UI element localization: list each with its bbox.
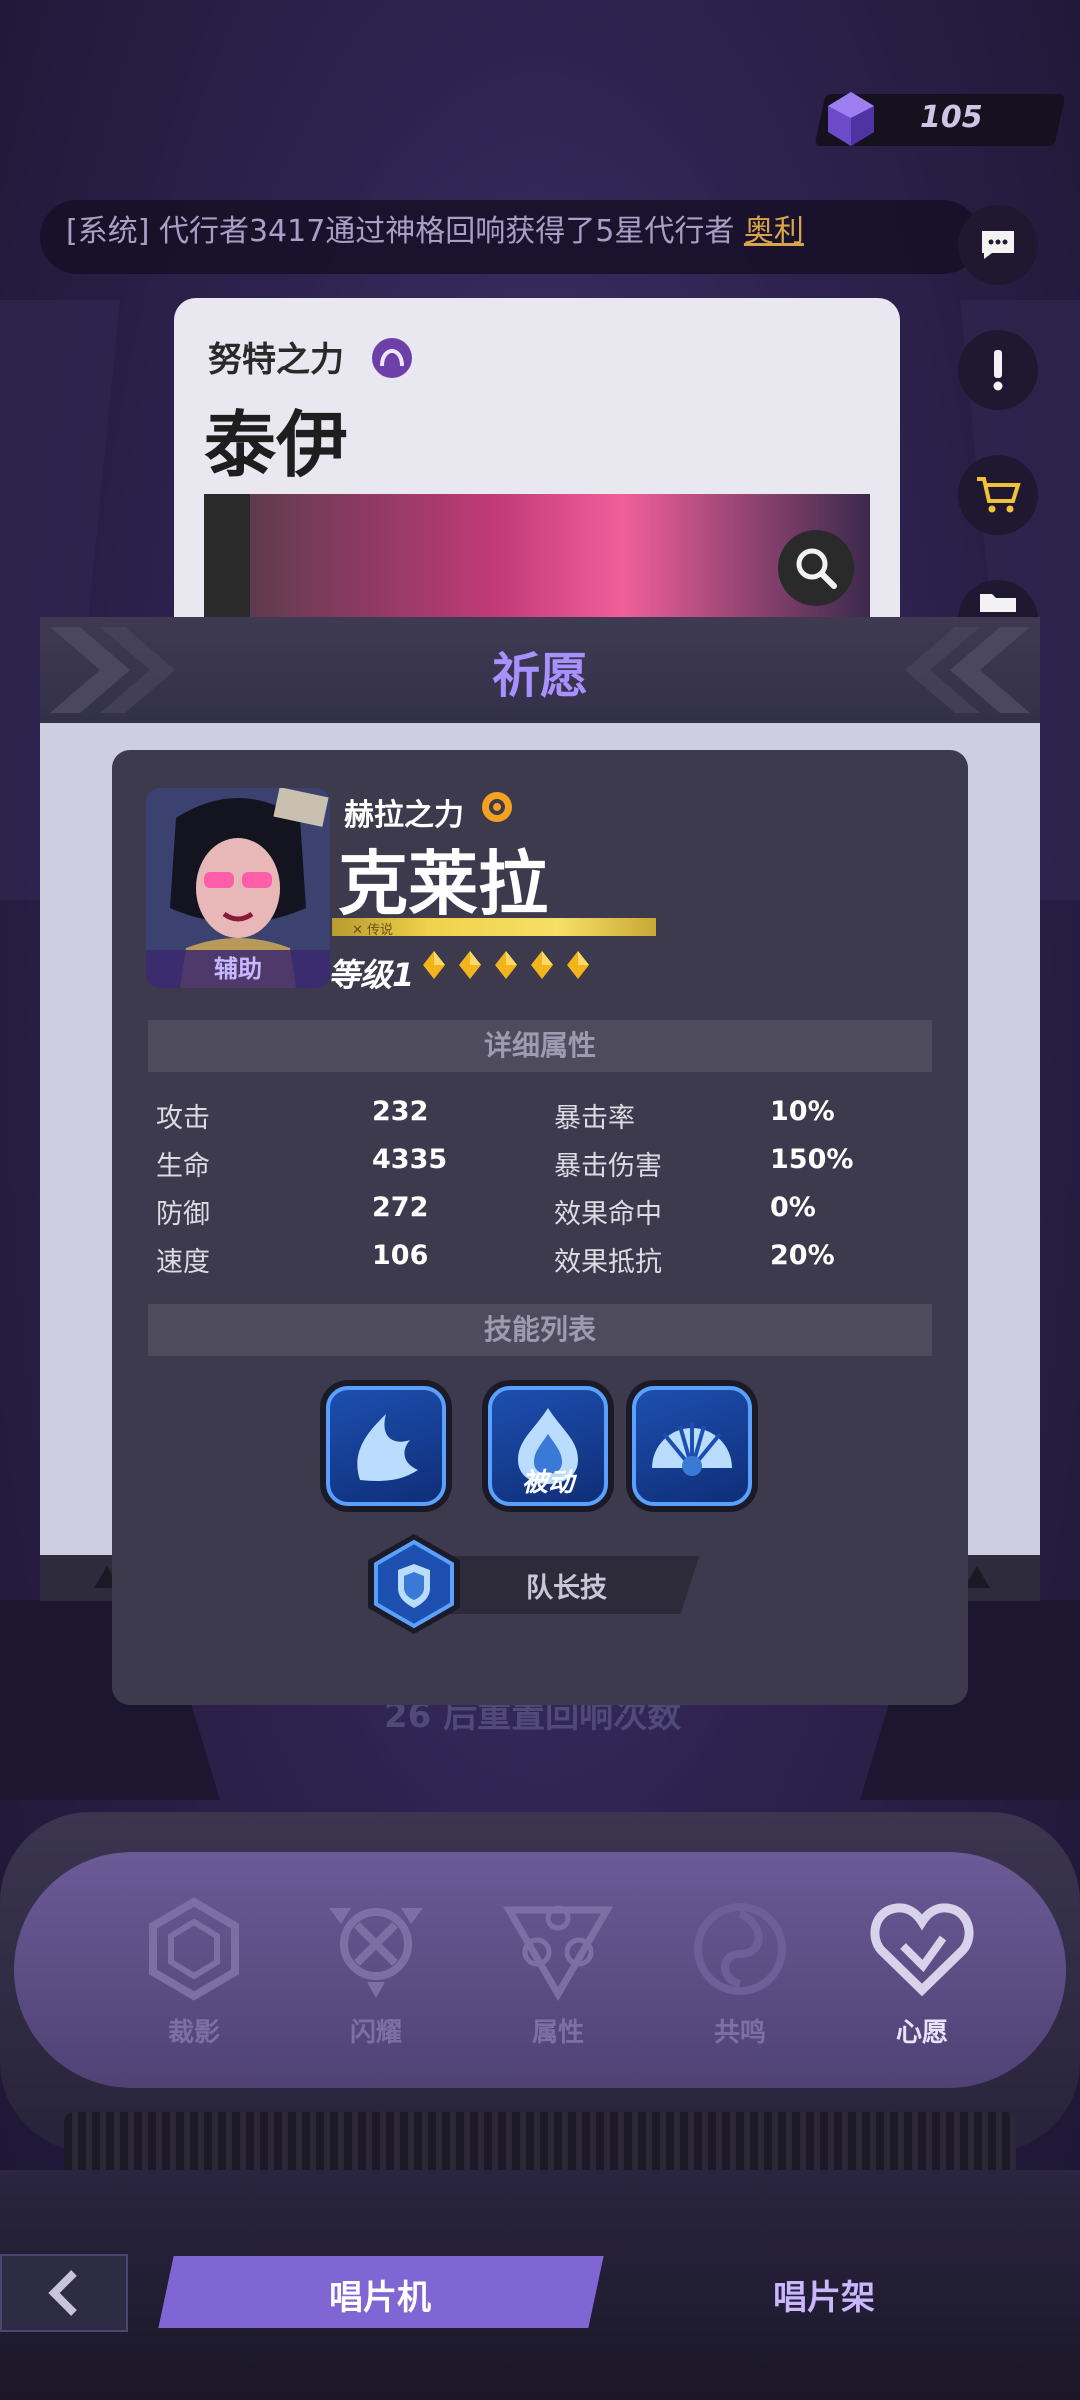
triangle-gears-icon bbox=[502, 1905, 614, 2001]
phoenix-wing-icon bbox=[357, 1414, 418, 1481]
character-level: 等级1 bbox=[328, 956, 415, 994]
cross-circle-icon bbox=[329, 1908, 423, 1998]
tab-record-shelf[interactable]: 唱片架 bbox=[744, 2270, 904, 2319]
stat-label: 效果抵抗 bbox=[554, 1247, 662, 1278]
nav-label: 共鸣 bbox=[713, 2018, 766, 2048]
chat-button[interactable] bbox=[958, 205, 1038, 285]
stat-value: 272 bbox=[372, 1192, 429, 1223]
nav-item-shanyao[interactable]: 闪耀 bbox=[306, 1894, 446, 2049]
nav-item-gongming[interactable]: 共鸣 bbox=[670, 1894, 810, 2049]
back-button[interactable] bbox=[0, 2254, 128, 2332]
stat-label: 速度 bbox=[156, 1247, 210, 1278]
stat-label: 暴击伤害 bbox=[554, 1151, 662, 1182]
exclamation-icon bbox=[993, 350, 1003, 391]
character-name: 克莱拉 bbox=[338, 843, 548, 925]
nav-label: 属性 bbox=[531, 2018, 584, 2048]
star-diamond-icon bbox=[567, 951, 589, 979]
rarity-text: 传说 bbox=[367, 923, 394, 938]
bg-card-faction: 努特之力 bbox=[208, 340, 344, 380]
leader-skill-button[interactable] bbox=[362, 1530, 466, 1638]
bg-card-artwork bbox=[250, 494, 870, 634]
skill-1-button[interactable] bbox=[326, 1386, 446, 1506]
ticker-prefix: [系统] 代行者3417通过神格回响获得了5星代行者 bbox=[66, 214, 744, 249]
bg-card-strip bbox=[204, 494, 250, 634]
nav-item-shuxing[interactable]: 属性 bbox=[488, 1894, 628, 2049]
skill-3-button[interactable] bbox=[632, 1386, 752, 1506]
folder-icon bbox=[980, 594, 1016, 612]
star-diamond-icon bbox=[495, 951, 517, 979]
swirl-icon bbox=[694, 1903, 786, 1995]
heart-knot-icon bbox=[870, 1903, 974, 1997]
bg-card-name: 泰伊 bbox=[204, 403, 349, 487]
dialog-title: 祈愿 bbox=[491, 648, 588, 704]
skills-header: 技能列表 bbox=[148, 1304, 932, 1356]
search-icon bbox=[796, 548, 837, 589]
peacock-fan-icon bbox=[652, 1422, 732, 1476]
sun-emblem-icon bbox=[482, 792, 512, 822]
hexagon-icon bbox=[149, 1897, 239, 2001]
zoom-button[interactable] bbox=[778, 530, 854, 606]
shopping-cart-icon bbox=[977, 477, 1021, 513]
ticker-highlight-name[interactable]: 奥利 bbox=[744, 214, 804, 249]
stat-value: 20% bbox=[770, 1240, 835, 1271]
stat-value: 150% bbox=[770, 1144, 854, 1175]
notice-button[interactable] bbox=[958, 330, 1038, 410]
star-diamond-icon bbox=[531, 951, 553, 979]
currency-value: 105 bbox=[920, 100, 983, 135]
chat-bubble-icon bbox=[982, 231, 1014, 259]
stat-label: 攻击 bbox=[156, 1103, 210, 1134]
passive-tag: 被动 bbox=[521, 1468, 574, 1498]
nav-label: 裁影 bbox=[167, 2018, 220, 2048]
stat-label: 防御 bbox=[156, 1199, 210, 1230]
stat-value: 10% bbox=[770, 1096, 835, 1127]
shop-button[interactable] bbox=[958, 455, 1038, 535]
crystal-gem-icon bbox=[828, 92, 874, 146]
stat-label: 生命 bbox=[156, 1151, 210, 1182]
nav-item-caiying[interactable]: 裁影 bbox=[124, 1894, 264, 2049]
star-diamond-icon bbox=[459, 951, 481, 979]
stat-value: 4335 bbox=[372, 1144, 448, 1175]
rarity-label: ✕ 传说 bbox=[352, 923, 394, 938]
tab-record-player-label: 唱片机 bbox=[329, 2278, 431, 2318]
screen: 105 [系统] 代行者3417通过神格回响获得了5星代行者 奥利 努特之力 泰… bbox=[0, 0, 1080, 2400]
nav-label: 闪耀 bbox=[349, 2018, 402, 2048]
stat-label: 暴击率 bbox=[554, 1103, 635, 1134]
stat-value: 232 bbox=[372, 1096, 429, 1127]
faction-emblem-icon bbox=[372, 338, 412, 378]
stat-label: 效果命中 bbox=[554, 1199, 662, 1230]
ticker-message: [系统] 代行者3417通过神格回响获得了5星代行者 奥利 bbox=[66, 206, 804, 250]
star-diamond-icon bbox=[423, 951, 445, 979]
stat-value: 106 bbox=[372, 1240, 429, 1271]
nav-item-xinyuan[interactable]: 心愿 bbox=[852, 1894, 992, 2049]
star-rating bbox=[422, 950, 590, 980]
chevron-left-icon bbox=[48, 2270, 77, 2316]
role-badge: 辅助 bbox=[146, 950, 330, 988]
leader-skill-label: 队长技 bbox=[526, 1573, 607, 1604]
attributes-header: 详细属性 bbox=[148, 1020, 932, 1072]
nav-label: 心愿 bbox=[895, 2018, 948, 2048]
stat-value: 0% bbox=[770, 1192, 816, 1223]
